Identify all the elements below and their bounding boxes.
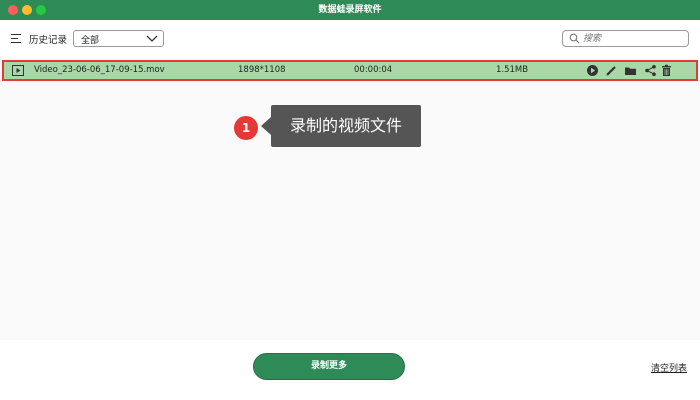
recording-duration: 00:00:04 [354, 65, 393, 75]
footer-bar: 录制更多 清空列表 [0, 340, 700, 400]
recording-size: 1.51MB [496, 65, 529, 75]
annotation-badge: 1 [234, 116, 258, 140]
recording-list-area [0, 58, 700, 340]
search-icon [569, 33, 580, 44]
filter-dropdown[interactable]: 全部 [73, 30, 164, 47]
filter-selected-value: 全部 [81, 36, 100, 46]
recording-name: Video_23-06-06_17-09-15.mov [34, 65, 165, 75]
toolbar: 历史记录 全部 [0, 20, 700, 58]
annotation-pointer [261, 117, 271, 135]
chevron-down-icon [146, 35, 158, 42]
trash-icon[interactable] [660, 64, 673, 77]
annotation-callout: 录制的视频文件 [271, 105, 421, 147]
recording-resolution: 1898*1108 [238, 65, 286, 75]
history-label: 历史记录 [29, 35, 68, 46]
edit-icon[interactable] [605, 64, 618, 77]
title-bar: 数据蛙录屏软件 [0, 0, 700, 20]
video-file-icon [12, 65, 24, 76]
search-input[interactable] [583, 31, 683, 46]
window-title: 数据蛙录屏软件 [318, 5, 382, 15]
share-icon[interactable] [644, 64, 657, 77]
recording-row[interactable]: Video_23-06-06_17-09-15.mov 1898*1108 00… [2, 60, 698, 81]
annotation-text: 录制的视频文件 [289, 116, 402, 135]
clear-list-link[interactable]: 清空列表 [651, 361, 687, 374]
record-more-button[interactable]: 录制更多 [253, 353, 405, 380]
folder-icon[interactable] [624, 64, 637, 77]
search-box[interactable] [562, 30, 689, 47]
list-menu-icon[interactable] [11, 34, 21, 44]
play-icon[interactable] [586, 64, 599, 77]
